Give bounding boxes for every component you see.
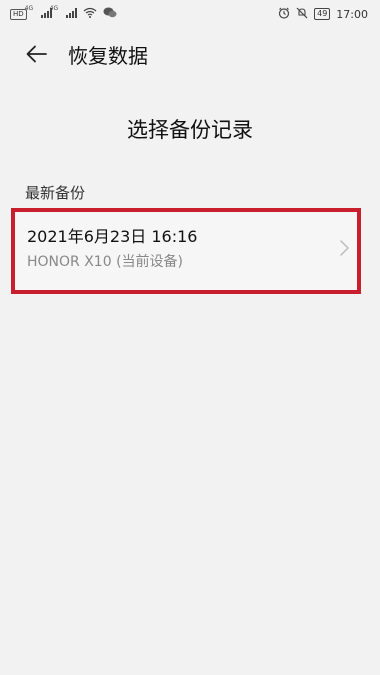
chevron-right-icon (339, 238, 351, 258)
back-button[interactable] (20, 42, 54, 70)
status-bar-left: HD 4G 4G (10, 4, 117, 21)
mute-icon (296, 7, 308, 22)
backup-date: 2021年6月23日 16:16 (27, 227, 198, 246)
wifi-icon (83, 7, 97, 21)
backup-device: HONOR X10 (当前设备) (27, 254, 183, 270)
status-time: 17:00 (336, 7, 368, 21)
status-bar-right: 49 17:00 (278, 7, 368, 22)
backup-record-item[interactable]: 2021年6月23日 16:16 HONOR X10 (当前设备) (11, 208, 361, 294)
alarm-icon (278, 7, 290, 22)
app-header: 恢复数据 (0, 38, 380, 74)
back-arrow-icon (26, 45, 48, 67)
network-type-label-1: 4G (24, 4, 34, 12)
battery-icon: 49 (314, 8, 331, 20)
status-bar: HD 4G 4G 49 17:00 (0, 0, 380, 28)
signal-strength-icon-2: 4G (50, 5, 77, 21)
list-header-latest-backup: 最新备份 (25, 184, 86, 202)
wechat-icon (103, 7, 117, 21)
network-type-label-2: 4G (49, 4, 59, 12)
section-title: 选择备份记录 (127, 118, 253, 142)
page-title: 恢复数据 (68, 44, 148, 68)
